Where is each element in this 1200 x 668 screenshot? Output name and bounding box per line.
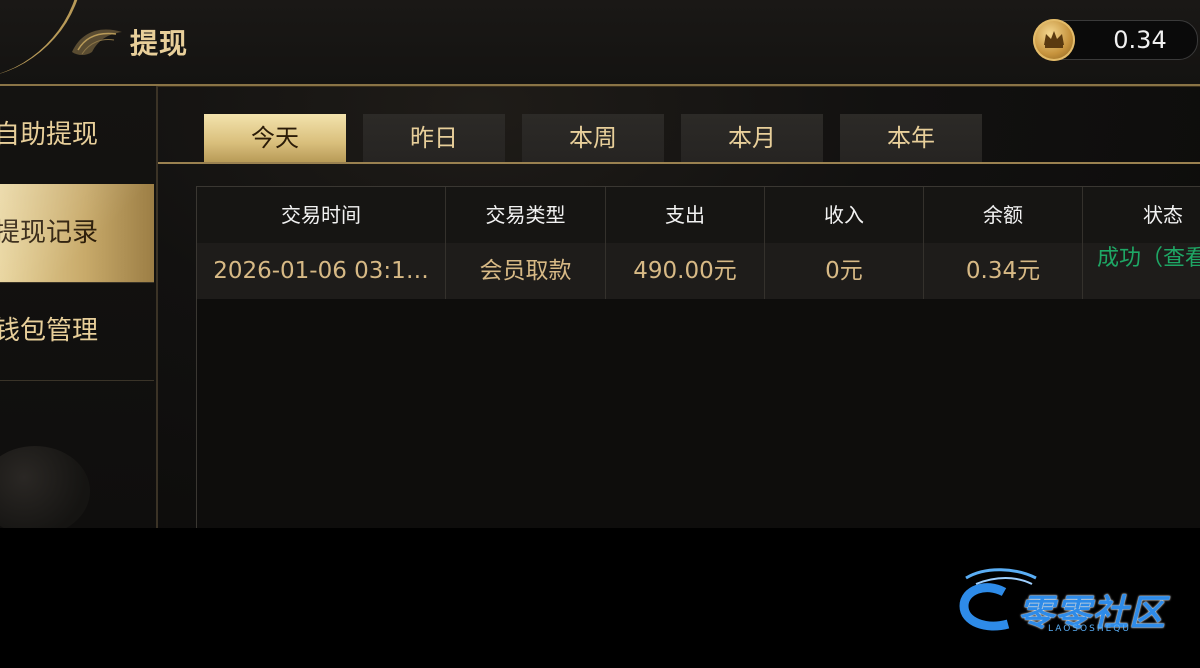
table-row[interactable]: 2026-01-06 03:1… 会员取款 490.00元 0元 0.34元 成… — [197, 243, 1200, 299]
records-table: 交易时间 交易类型 支出 收入 余额 状态 2026-01-06 03:1… 会… — [196, 186, 1200, 528]
withdraw-screen: 提现 0.34 自助提现 提现记录 钱包管理 今天 昨日 本周 本月 本年 交易… — [0, 0, 1200, 528]
tab-this-week[interactable]: 本周 — [522, 114, 664, 162]
cell-expense: 490.00元 — [606, 243, 765, 299]
cell-balance: 0.34元 — [924, 243, 1083, 299]
sidebar-item-wallet-management[interactable]: 钱包管理 — [0, 282, 154, 381]
page-title: 提现 — [130, 27, 189, 60]
sidebar-item-withdraw-records[interactable]: 提现记录 — [0, 184, 154, 283]
sidebar-item-self-withdraw[interactable]: 自助提现 — [0, 86, 154, 185]
column-header-status: 状态 — [1143, 203, 1183, 227]
tab-this-month[interactable]: 本月 — [681, 114, 823, 162]
tabs-divider — [158, 162, 1200, 164]
cell-time: 2026-01-06 03:1… — [197, 243, 446, 299]
tab-yesterday[interactable]: 昨日 — [363, 114, 505, 162]
watermark-subtext: LAOSOSHEQU — [1048, 624, 1131, 634]
column-header-expense: 支出 — [606, 187, 765, 243]
balance-display: 0.34 — [1033, 19, 1198, 61]
column-header-type: 交易类型 — [446, 187, 606, 243]
crown-coin-icon — [1033, 19, 1075, 61]
watermark: 零零社区 LAOSOSHEQU — [956, 562, 1196, 642]
tab-this-year[interactable]: 本年 — [840, 114, 982, 162]
decorative-rock — [0, 446, 90, 528]
sidebar: 自助提现 提现记录 钱包管理 — [0, 86, 158, 528]
cell-status-link[interactable]: 成功（查看） — [1083, 243, 1200, 299]
column-header-balance: 余额 — [924, 187, 1083, 243]
column-header-time: 交易时间 — [197, 187, 446, 243]
tab-today[interactable]: 今天 — [204, 114, 346, 162]
table-header: 交易时间 交易类型 支出 收入 余额 状态 — [197, 187, 1200, 243]
balance-value: 0.34 — [1113, 26, 1167, 54]
header-bar: 提现 0.34 — [0, 0, 1200, 86]
cell-type: 会员取款 — [446, 243, 606, 299]
wing-icon — [72, 29, 122, 55]
column-header-income: 收入 — [765, 187, 924, 243]
cell-income: 0元 — [765, 243, 924, 299]
